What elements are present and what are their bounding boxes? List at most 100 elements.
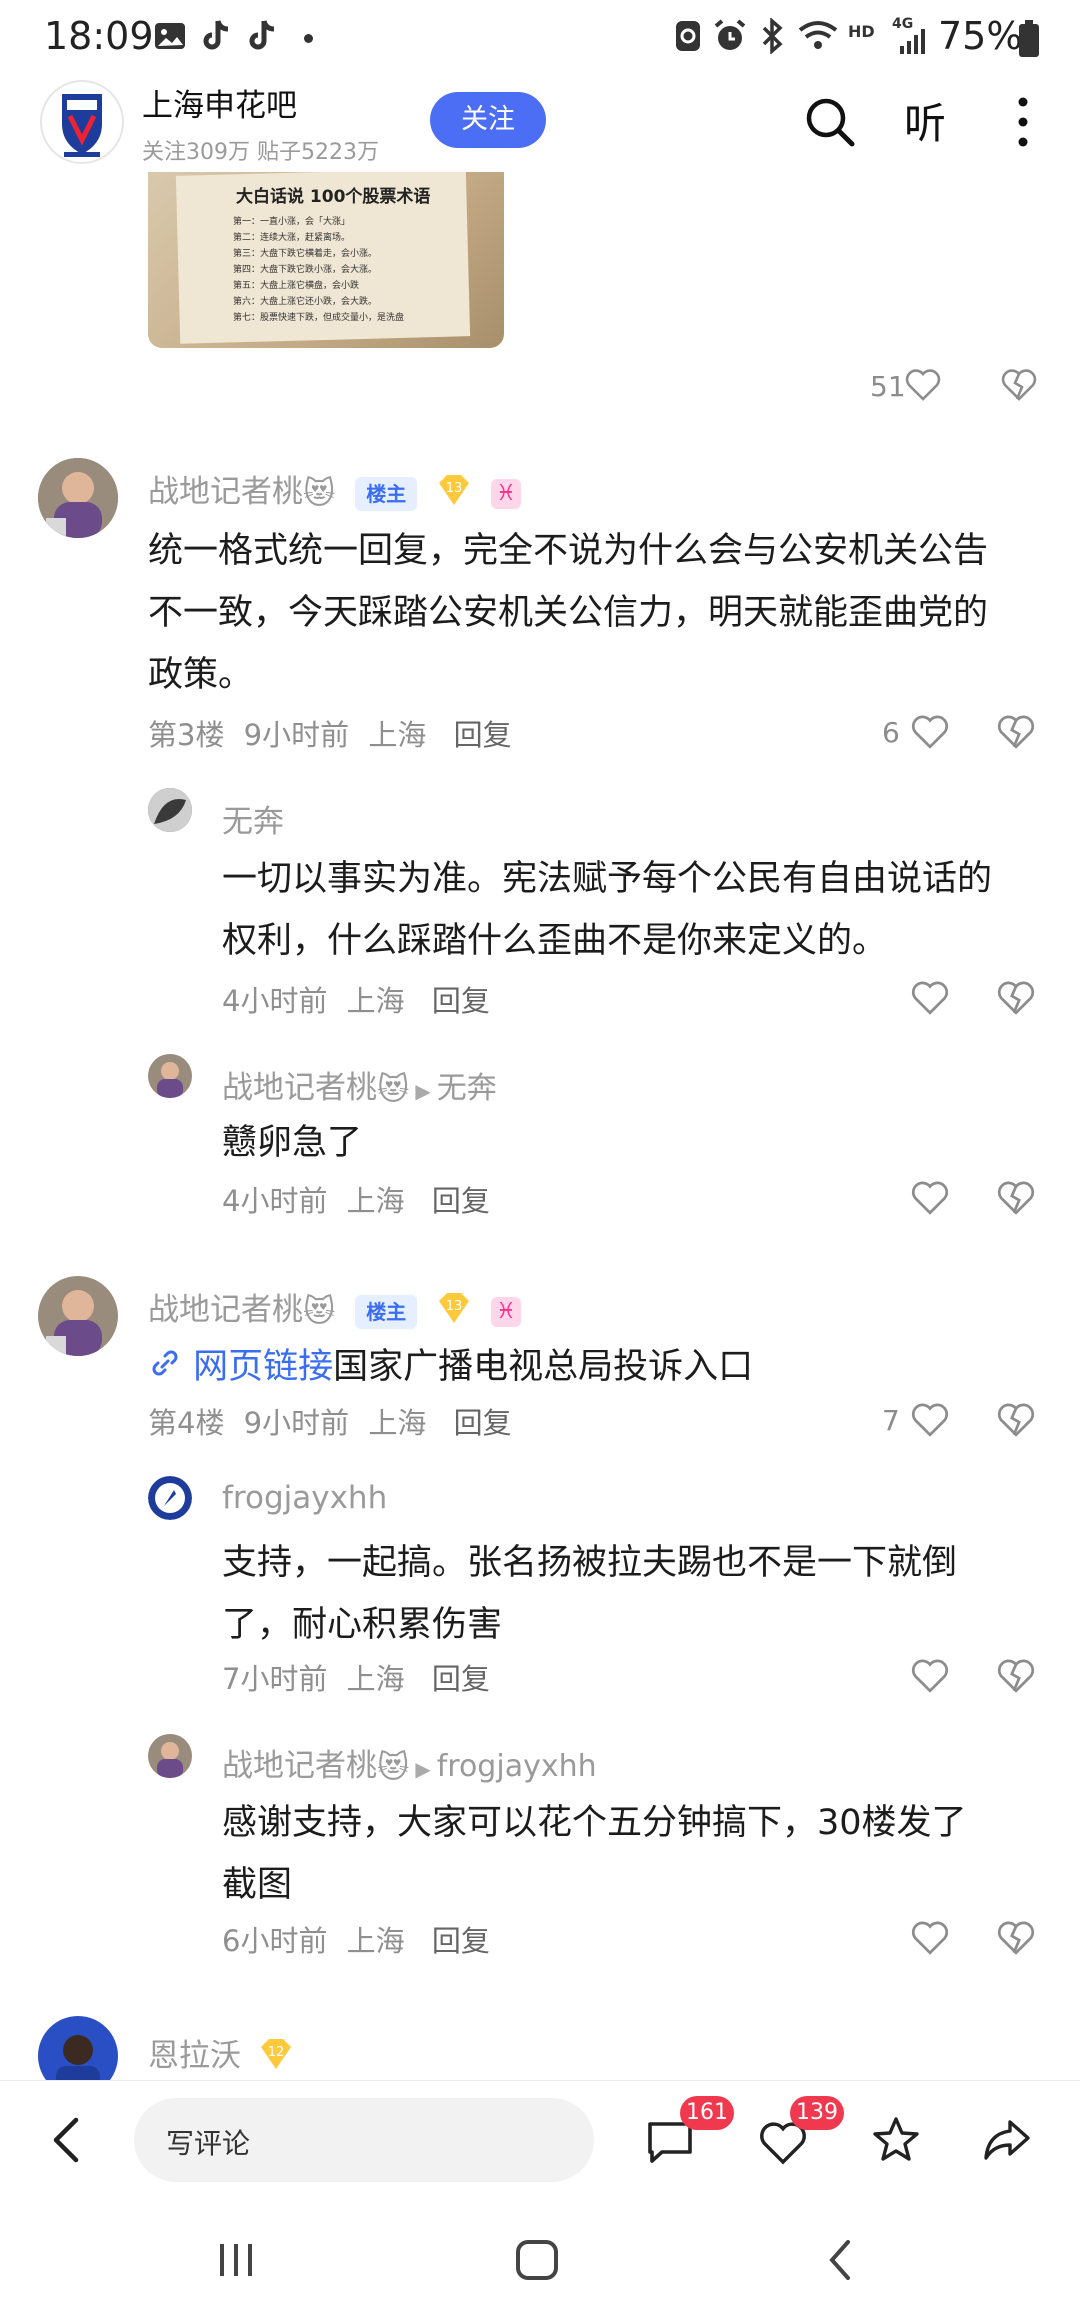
svg-text:13: 13 — [446, 481, 463, 496]
reply-text: 支持，一起搞。张名扬被拉夫踢也不是一下就倒 了，耐心积累伤害 — [222, 1532, 957, 1656]
reply-button[interactable]: 回复 — [454, 1406, 512, 1440]
avatar[interactable] — [38, 458, 118, 538]
search-icon[interactable] — [800, 92, 860, 152]
image-title: 大白话说 100个股票术语 — [236, 187, 431, 207]
reply-time: 4小时前 — [222, 1184, 328, 1218]
post-image[interactable]: 大白话说 100个股票术语 第一：一直小涨，会「大涨」 第二：连续大涨，赶紧离场… — [148, 172, 504, 348]
share-icon[interactable] — [980, 2114, 1034, 2170]
broken-heart-icon[interactable] — [996, 1656, 1036, 1698]
reply-time: 4小时前 — [222, 984, 328, 1018]
star-icon[interactable] — [870, 2114, 922, 2170]
forum-stats: 关注309万 贴子5223万 — [142, 140, 379, 165]
reply-button[interactable]: 回复 — [454, 718, 512, 752]
floor-number: 第3楼 — [148, 718, 225, 752]
level-badge: 12 — [257, 2037, 295, 2079]
broken-heart-icon[interactable] — [1000, 366, 1038, 406]
heart-icon[interactable] — [910, 1178, 950, 1220]
op-tag: 楼主 — [355, 1294, 418, 1329]
listen-button[interactable]: 听 — [904, 90, 946, 151]
username[interactable]: frogjayxhh — [222, 1480, 387, 1516]
level-badge: 13 — [435, 473, 473, 515]
comment-line: 不一致，今天踩踏公安机关公信力，明天就能歪曲党的 — [148, 593, 989, 633]
username[interactable]: 恩拉沃 — [148, 2038, 241, 2074]
avatar[interactable] — [148, 1476, 192, 1520]
reply-arrow-icon: ▶ — [415, 1757, 431, 1781]
forum-name[interactable]: 上海申花吧 — [142, 80, 297, 125]
reply-author: 战地记者桃😻 ▶ 无奔 — [222, 1062, 497, 1108]
reply-line: 权利，什么踩踏什么歪曲不是你来定义的。 — [222, 921, 888, 961]
reply-button[interactable]: 回复 — [432, 1184, 490, 1218]
hd-label: HD — [848, 22, 875, 41]
forum-avatar[interactable] — [40, 80, 124, 164]
signal-icon — [898, 28, 928, 60]
recycle-icon — [672, 18, 704, 58]
reply-text: 一切以事实为准。宪法赋予每个公民有自由说话的 权利，什么踩踏什么歪曲不是你来定义… — [222, 848, 992, 972]
avatar[interactable] — [148, 1734, 192, 1778]
system-back-icon[interactable] — [826, 2238, 856, 2286]
tiktok-icon — [200, 18, 234, 58]
reply-meta: 4小时前 上海 回复 — [222, 1178, 490, 1220]
heart-icon[interactable] — [904, 366, 942, 406]
emoji: 😻 — [377, 1071, 410, 1108]
home-icon[interactable] — [514, 2238, 560, 2286]
comment-author[interactable]: 战地记者桃😻 楼主 13 ♓ — [148, 466, 521, 515]
reply-line: 支持，一起搞。张名扬被拉夫踢也不是一下就倒 — [222, 1543, 958, 1583]
image-line: 第一：一直小涨，会「大涨」 — [233, 217, 351, 227]
comment-author[interactable]: 恩拉沃 12 — [148, 2030, 295, 2079]
username[interactable]: 战地记者桃 — [222, 1748, 377, 1784]
emoji: 😻 — [303, 1293, 336, 1330]
heart-icon[interactable] — [910, 978, 950, 1020]
username[interactable]: 无奔 — [222, 796, 284, 841]
avatar[interactable] — [148, 1054, 192, 1098]
comment-placeholder[interactable]: 写评论 — [166, 2122, 250, 2162]
reply-meta: 6小时前 上海 回复 — [222, 1918, 490, 1960]
floor-number: 第4楼 — [148, 1406, 225, 1440]
comment-time: 9小时前 — [243, 718, 350, 752]
wifi-icon — [796, 18, 840, 58]
reply-target[interactable]: frogjayxhh — [437, 1749, 597, 1784]
zodiac-badge: ♓ — [490, 1296, 521, 1327]
comment-location: 上海 — [368, 718, 427, 752]
username[interactable]: 战地记者桃 — [148, 1292, 303, 1328]
web-link[interactable]: 网页链接 — [193, 1347, 333, 1387]
status-time: 18:09 — [44, 14, 154, 58]
zodiac-badge: ♓ — [490, 478, 521, 509]
broken-heart-icon[interactable] — [996, 1918, 1036, 1960]
reply-target[interactable]: 无奔 — [437, 1071, 497, 1106]
heart-icon[interactable] — [910, 1400, 950, 1442]
back-icon[interactable] — [48, 2114, 84, 2170]
avatar[interactable] — [148, 788, 192, 832]
reply-location: 上海 — [346, 984, 405, 1018]
heart-icon[interactable] — [910, 1918, 950, 1960]
image-line: 第五：大盘上涨它横盘，会小跌 — [233, 281, 360, 291]
comment-meta: 第3楼 9小时前 上海 回复 — [148, 712, 512, 754]
recent-apps-icon[interactable] — [214, 2240, 258, 2284]
heart-icon[interactable] — [910, 712, 950, 754]
op-tag: 楼主 — [355, 476, 418, 511]
comment-line: 政策。 — [148, 655, 254, 695]
broken-heart-icon[interactable] — [996, 712, 1036, 754]
bluetooth-icon — [758, 17, 786, 58]
like-count-badge: 139 — [790, 2096, 844, 2130]
username[interactable]: 战地记者桃 — [148, 474, 303, 510]
post-like-count: 51 — [870, 370, 906, 403]
reply-location: 上海 — [346, 1184, 405, 1218]
reply-button[interactable]: 回复 — [432, 1662, 490, 1696]
image-icon — [152, 18, 188, 58]
broken-heart-icon[interactable] — [996, 1178, 1036, 1220]
reply-button[interactable]: 回复 — [432, 1924, 490, 1958]
reply-button[interactable]: 回复 — [432, 984, 490, 1018]
broken-heart-icon[interactable] — [996, 978, 1036, 1020]
broken-heart-icon[interactable] — [996, 1400, 1036, 1442]
emoji: 😻 — [377, 1749, 410, 1786]
avatar[interactable] — [38, 1276, 118, 1356]
status-bar: 18:09 HD 4G 75% — [0, 0, 1080, 76]
username[interactable]: 战地记者桃 — [222, 1070, 377, 1106]
heart-icon[interactable] — [910, 1656, 950, 1698]
reply-text: 感谢支持，大家可以花个五分钟搞下，30楼发了 截图 — [222, 1792, 967, 1916]
image-line: 第七：股票快速下跌，但成交量小，是洗盘 — [233, 313, 405, 323]
comment-count-badge: 161 — [680, 2096, 734, 2130]
more-icon[interactable] — [1016, 92, 1030, 152]
comment-author[interactable]: 战地记者桃😻 楼主 13 ♓ — [148, 1284, 521, 1333]
follow-button[interactable]: 关注 — [430, 92, 546, 148]
